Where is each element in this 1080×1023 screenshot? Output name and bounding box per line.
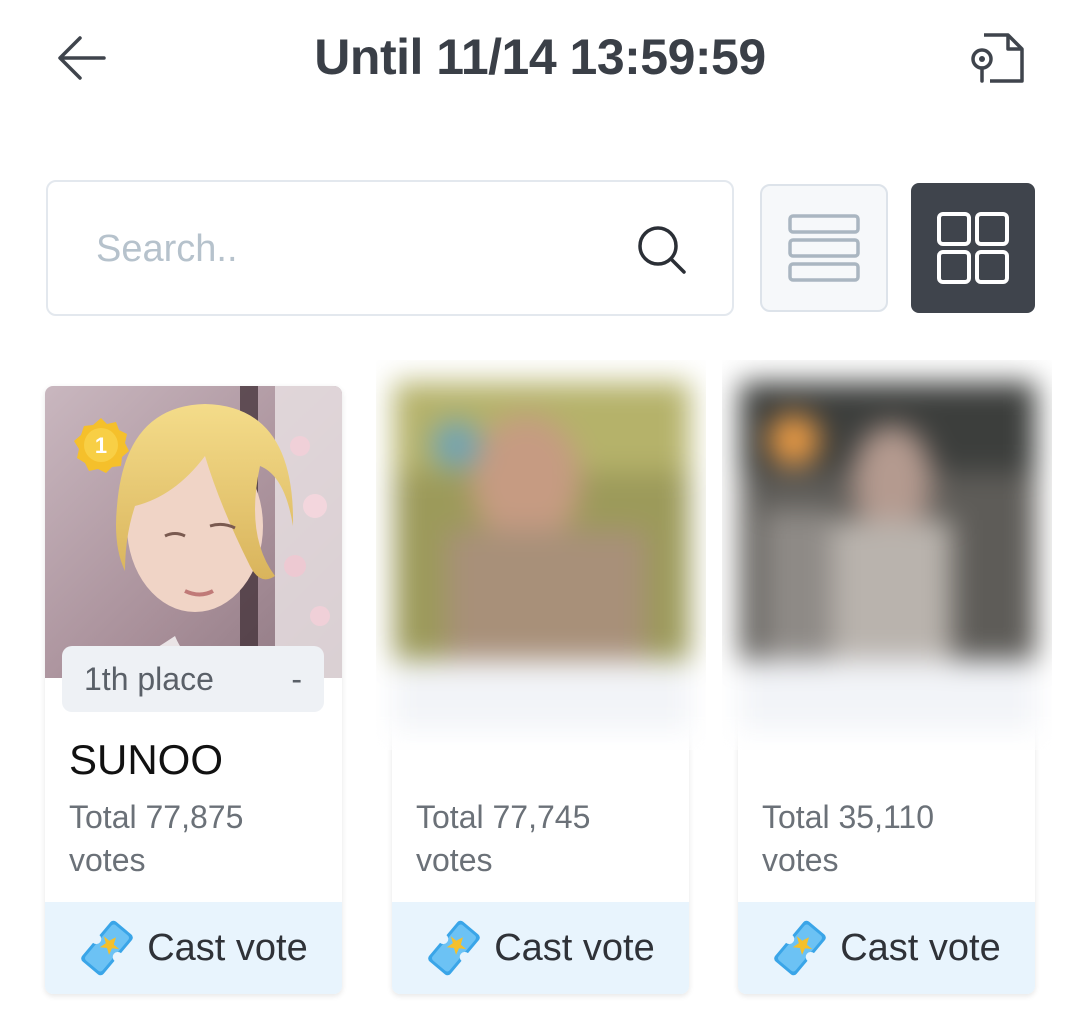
artist-photo: 1 (45, 386, 342, 678)
medal-number: 1 (95, 433, 107, 458)
cast-vote-button[interactable]: Cast vote (392, 902, 689, 994)
search-input[interactable] (94, 218, 618, 280)
share-button[interactable] (964, 26, 1030, 90)
redacted-photo (376, 360, 706, 750)
rank-change: - (291, 660, 302, 697)
cast-vote-label: Cast vote (840, 926, 1001, 969)
total-votes: Total 77,745 votes (416, 799, 591, 878)
total-votes: Total 35,110 votes (762, 799, 934, 878)
ticket-icon (428, 920, 481, 976)
artist-name: SUNOO (69, 736, 224, 783)
place-label: 1th place (84, 660, 214, 697)
gold-medal-icon: 1 (74, 418, 129, 473)
redacted-photo (722, 360, 1052, 750)
document-share-icon (971, 33, 1024, 83)
grid-view-icon (937, 212, 1009, 284)
list-view-button[interactable] (760, 184, 888, 312)
cast-vote-button[interactable]: Cast vote (45, 902, 342, 994)
total-votes: Total 77,875 votes (69, 799, 244, 878)
place-badge: 1th place - (62, 646, 324, 712)
cast-vote-label: Cast vote (494, 926, 655, 969)
artist-card[interactable]: 1 1th place - SUNOO Total 77,875 votes C… (45, 386, 342, 994)
cast-vote-button[interactable]: Cast vote (738, 902, 1035, 994)
page-title: Until 11/14 13:59:59 (314, 29, 766, 85)
search-box (46, 180, 734, 316)
ticket-icon (81, 920, 134, 976)
list-view-icon (788, 214, 860, 282)
ticket-icon (774, 920, 827, 976)
cast-vote-label: Cast vote (147, 926, 308, 969)
search-icon[interactable] (634, 222, 690, 278)
grid-view-button[interactable] (911, 183, 1035, 313)
